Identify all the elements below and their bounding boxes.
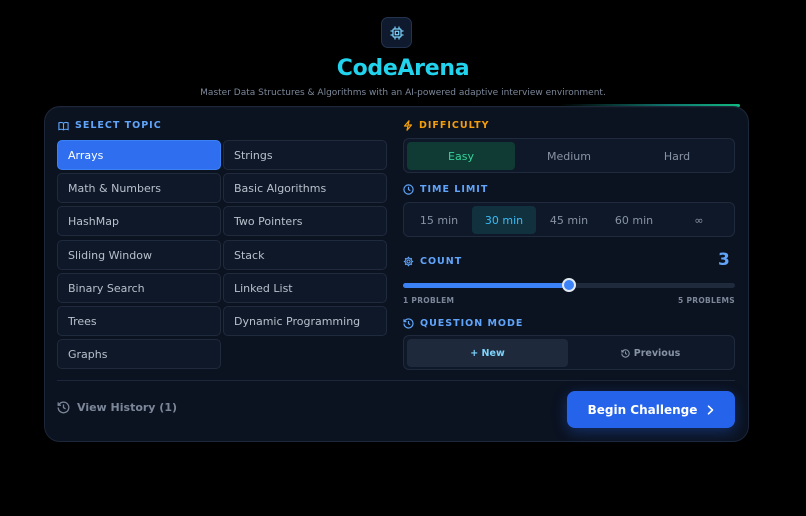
footer-divider — [57, 380, 735, 381]
difficulty-easy[interactable]: Easy — [407, 142, 515, 170]
gear-icon — [403, 256, 414, 267]
page-title: CodeArena — [336, 56, 470, 81]
topic-basic-algorithms[interactable]: Basic Algorithms — [223, 173, 387, 203]
topic-stack[interactable]: Stack — [223, 240, 387, 270]
difficulty-text: DIFFICULTY — [419, 120, 490, 131]
count-min-label: 1 PROBLEM — [403, 296, 455, 305]
topic-label: Trees — [68, 314, 97, 328]
time-unlimited[interactable]: ∞ — [667, 206, 731, 234]
topic-two-pointers[interactable]: Two Pointers — [223, 206, 387, 236]
difficulty-label: DIFFICULTY — [403, 120, 489, 131]
count-label: COUNT — [403, 256, 462, 267]
topic-arrays[interactable]: Arrays — [57, 140, 221, 170]
topic-strings[interactable]: Strings — [223, 140, 387, 170]
topic-hashmap[interactable]: HashMap — [57, 206, 221, 236]
topic-label: Stack — [234, 248, 265, 262]
time-limit-label: TIME LIMIT — [403, 184, 488, 195]
topic-label: Dynamic Programming — [234, 314, 361, 328]
count-slider-thumb[interactable] — [562, 278, 576, 292]
time-limit-text: TIME LIMIT — [420, 184, 489, 195]
history-icon — [57, 401, 70, 414]
count-value: 3 — [718, 250, 730, 270]
topic-label: Linked List — [234, 281, 293, 295]
topic-label: HashMap — [68, 214, 119, 228]
difficulty-medium[interactable]: Medium — [515, 142, 623, 170]
time-45-min[interactable]: 45 min — [537, 206, 601, 234]
time-15-min[interactable]: 15 min — [407, 206, 471, 234]
view-history-label: View History (1) — [77, 401, 178, 414]
page-subtitle: Master Data Structures & Algorithms with… — [200, 88, 606, 98]
time-limit-selector: 15 min 30 min 45 min 60 min ∞ — [403, 202, 735, 237]
topic-label: Arrays — [68, 148, 104, 162]
begin-challenge-label: Begin Challenge — [587, 402, 698, 417]
view-history-link[interactable]: View History (1) — [57, 401, 177, 414]
history-icon — [621, 348, 630, 358]
topic-label: Strings — [234, 148, 273, 162]
app-logo — [381, 17, 412, 48]
select-topic-label: SELECT TOPIC — [58, 120, 162, 131]
topic-sliding-window[interactable]: Sliding Window — [57, 240, 221, 270]
lightning-icon — [403, 120, 413, 131]
cpu-icon — [390, 26, 403, 39]
time-30-min[interactable]: 30 min — [472, 206, 536, 234]
count-max-label: 5 PROBLEMS — [678, 296, 735, 305]
mode-previous-label: Previous — [633, 347, 681, 359]
topic-label: Sliding Window — [68, 248, 152, 262]
mode-new-button[interactable]: + New — [407, 339, 568, 367]
mode-previous-button[interactable]: Previous — [570, 339, 731, 367]
topic-trees[interactable]: Trees — [57, 306, 221, 336]
question-mode-selector: + New Previous — [403, 335, 735, 370]
topic-linked-list[interactable]: Linked List — [223, 273, 387, 303]
difficulty-selector: Easy Medium Hard — [403, 138, 735, 173]
difficulty-hard[interactable]: Hard — [623, 142, 731, 170]
time-60-min[interactable]: 60 min — [602, 206, 666, 234]
chevron-right-icon — [708, 404, 714, 415]
topic-dynamic-programming[interactable]: Dynamic Programming — [223, 306, 387, 336]
history-icon — [403, 318, 414, 329]
count-slider-track[interactable] — [403, 278, 735, 292]
topic-label: Graphs — [68, 347, 108, 361]
question-mode-label: QUESTION MODE — [403, 318, 523, 329]
topic-label: Basic Algorithms — [234, 181, 327, 195]
clock-icon — [403, 184, 414, 195]
topic-label: Math & Numbers — [68, 181, 162, 195]
count-slider-fill — [403, 283, 569, 288]
question-mode-text: QUESTION MODE — [420, 318, 524, 329]
count-text: COUNT — [420, 256, 463, 267]
book-open-icon — [58, 121, 69, 131]
topic-graphs[interactable]: Graphs — [57, 339, 221, 369]
topic-binary-search[interactable]: Binary Search — [57, 273, 221, 303]
topic-math-numbers[interactable]: Math & Numbers — [57, 173, 221, 203]
topic-label: Two Pointers — [234, 214, 303, 228]
topic-label: Binary Search — [68, 281, 145, 295]
begin-challenge-button[interactable]: Begin Challenge — [567, 391, 735, 428]
select-topic-text: SELECT TOPIC — [75, 120, 162, 131]
